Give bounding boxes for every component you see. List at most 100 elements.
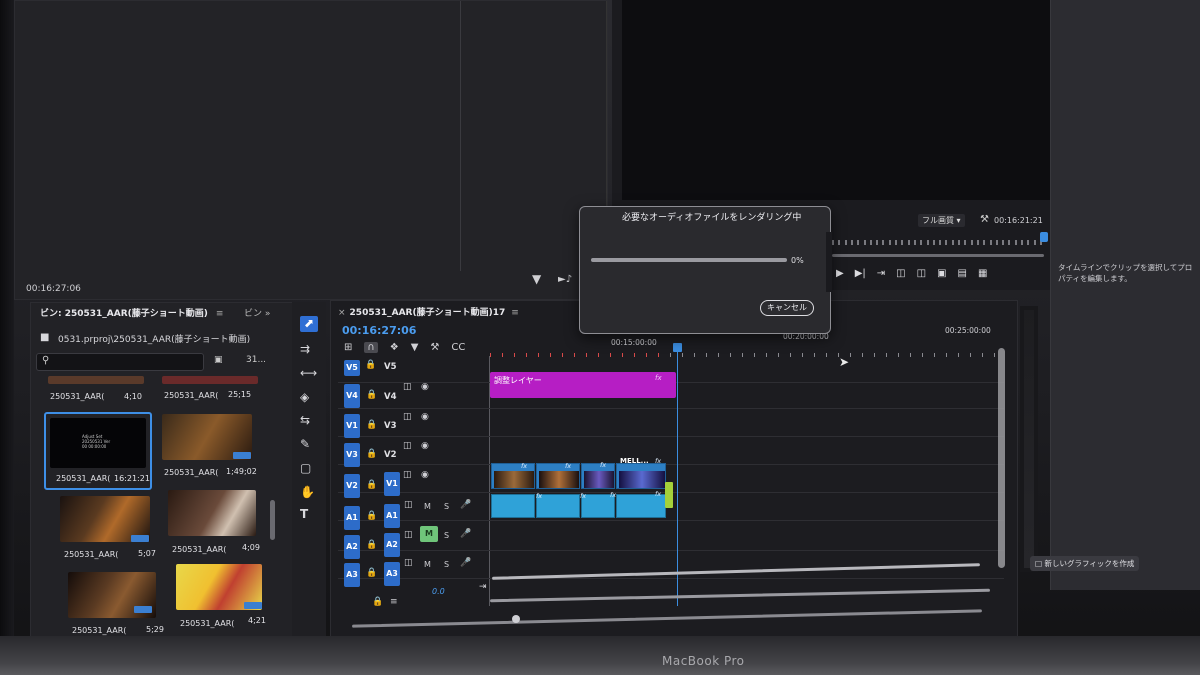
- sync-lock-icon[interactable]: ◫: [403, 441, 412, 451]
- audio-toggle-icon[interactable]: ►♪: [558, 274, 572, 285]
- track-select-tool-icon[interactable]: ⇉: [300, 342, 310, 356]
- new-search-bin-icon[interactable]: ▣: [214, 355, 223, 365]
- program-zoom-bar[interactable]: [832, 254, 1044, 257]
- captions-icon[interactable]: CC: [451, 342, 465, 353]
- clip-thumbnail[interactable]: Adjust Set 20250531 Ver 00 00:00:00: [50, 418, 146, 468]
- ripple-edit-tool-icon[interactable]: ⟷: [300, 366, 317, 380]
- lock-icon[interactable]: 🔒: [366, 511, 377, 521]
- sync-lock-icon[interactable]: ◫: [403, 412, 412, 422]
- audio-clip[interactable]: [491, 494, 535, 518]
- sequence-tab[interactable]: × 250531_AAR(藤子ショート動画)17 ≡: [338, 305, 519, 318]
- source-patch-a1[interactable]: A1: [344, 506, 360, 530]
- panel-menu-icon[interactable]: ≡: [216, 309, 224, 319]
- extract-icon[interactable]: ◫: [917, 268, 926, 279]
- track-label-v5[interactable]: V5: [384, 362, 397, 372]
- track-target-v1[interactable]: V1: [384, 472, 400, 496]
- play-icon[interactable]: ▶: [836, 268, 844, 279]
- nest-icon[interactable]: ⊞: [344, 342, 352, 353]
- lock-icon[interactable]: 🔒: [366, 480, 377, 490]
- sync-lock-icon[interactable]: ◫: [403, 382, 412, 392]
- cancel-button[interactable]: キャンセル: [760, 300, 814, 316]
- lock-icon[interactable]: 🔒: [366, 540, 377, 550]
- close-icon[interactable]: ×: [338, 308, 346, 318]
- new-graphic-button[interactable]: □ 新しいグラフィックを作成: [1030, 556, 1140, 571]
- solo-button[interactable]: S: [444, 560, 449, 569]
- source-patch-a3[interactable]: A3: [344, 563, 360, 587]
- mic-icon[interactable]: 🎤: [460, 558, 471, 568]
- slip-tool-icon[interactable]: ⇆: [300, 413, 310, 427]
- master-volume[interactable]: 0.0: [432, 587, 445, 596]
- playback-resolution-select[interactable]: フル画質 ▾: [918, 214, 965, 227]
- timeline-vertical-scrollbar[interactable]: [998, 348, 1005, 568]
- selection-tool-icon[interactable]: ⬈: [300, 316, 318, 332]
- master-sync-icon[interactable]: ≡: [390, 597, 398, 607]
- export-frame-icon[interactable]: ▣: [937, 268, 946, 279]
- panel-divider[interactable]: [460, 1, 461, 271]
- source-timecode[interactable]: 00:16:27:06: [26, 284, 81, 294]
- playhead[interactable]: [673, 343, 682, 352]
- lock-icon[interactable]: 🔒: [366, 420, 377, 430]
- zoom-scrollbar-handle[interactable]: [512, 615, 520, 623]
- sync-lock-icon[interactable]: ◫: [403, 470, 412, 480]
- audio-clip[interactable]: [536, 494, 580, 518]
- track-label-v3[interactable]: V3: [384, 421, 397, 431]
- snap-magnet-icon[interactable]: ∩: [364, 342, 378, 353]
- lock-icon[interactable]: 🔒: [366, 449, 377, 459]
- lock-icon[interactable]: 🔒: [366, 390, 377, 400]
- mute-button[interactable]: M: [424, 560, 431, 569]
- pen-tool-icon[interactable]: ✎: [300, 437, 310, 451]
- clip-thumbnail[interactable]: [48, 376, 144, 384]
- project-search-input[interactable]: [36, 353, 204, 371]
- lock-icon[interactable]: 🔒: [365, 360, 376, 370]
- source-patch-v2[interactable]: V2: [344, 474, 360, 498]
- razor-tool-icon[interactable]: ◈: [300, 390, 309, 404]
- sync-lock-icon[interactable]: ◫: [404, 500, 413, 510]
- mic-icon[interactable]: 🎤: [460, 529, 471, 539]
- panel-menu-icon[interactable]: ≡: [511, 308, 519, 318]
- type-tool-icon[interactable]: T: [300, 507, 308, 521]
- lock-icon[interactable]: 🔒: [366, 568, 377, 578]
- track-target-a2[interactable]: A2: [384, 533, 400, 557]
- program-monitor-viewer[interactable]: [622, 0, 1062, 200]
- go-to-end-icon[interactable]: ⇥: [479, 582, 487, 592]
- track-label-v4[interactable]: V4: [384, 392, 397, 402]
- mute-button-active[interactable]: M: [420, 526, 438, 542]
- source-patch-v4[interactable]: V4: [344, 384, 360, 408]
- track-target-a1[interactable]: A1: [384, 504, 400, 528]
- track-label-v2[interactable]: V2: [384, 450, 397, 460]
- mic-icon[interactable]: 🎤: [460, 500, 471, 510]
- master-lock-icon[interactable]: 🔒: [372, 597, 383, 607]
- bin-tab-2[interactable]: ビン »: [244, 306, 270, 319]
- go-to-out-icon[interactable]: ⇥: [877, 268, 885, 279]
- add-marker-icon[interactable]: ▼: [411, 342, 419, 353]
- time-ruler[interactable]: [490, 352, 1006, 360]
- sync-lock-icon[interactable]: ◫: [404, 558, 413, 568]
- source-patch-v3[interactable]: V3: [344, 443, 360, 467]
- source-patch-a2[interactable]: A2: [344, 535, 360, 559]
- comparison-icon[interactable]: ▤: [958, 268, 967, 279]
- solo-button[interactable]: S: [444, 502, 449, 511]
- program-scrubber[interactable]: [832, 236, 1046, 246]
- rectangle-tool-icon[interactable]: ▢: [300, 461, 311, 475]
- clip-thumbnail[interactable]: [162, 376, 258, 384]
- eye-icon[interactable]: ◉: [421, 382, 429, 392]
- lift-icon[interactable]: ◫: [896, 268, 905, 279]
- eye-icon[interactable]: ◉: [421, 441, 429, 451]
- track-target-a3[interactable]: A3: [384, 562, 400, 586]
- eye-icon[interactable]: ◉: [421, 412, 429, 422]
- program-playhead[interactable]: [1040, 232, 1048, 242]
- timeline-timecode[interactable]: 00:16:27:06: [342, 324, 416, 337]
- source-patch-v1[interactable]: V1: [344, 414, 360, 438]
- settings-wrench-icon[interactable]: ⚒: [980, 214, 989, 225]
- eye-icon[interactable]: ◉: [421, 470, 429, 480]
- source-monitor-viewer[interactable]: [23, 1, 607, 271]
- vr-icon[interactable]: ▦: [978, 268, 987, 279]
- mute-button[interactable]: M: [424, 502, 431, 511]
- filter-icon[interactable]: ▼: [532, 272, 541, 286]
- timeline-settings-icon[interactable]: ⚒: [430, 342, 439, 353]
- project-bin-tab[interactable]: ビン: 250531_AAR(藤子ショート動画) ≡: [40, 306, 223, 319]
- step-forward-icon[interactable]: ▶|: [855, 268, 866, 279]
- hand-tool-icon[interactable]: ✋: [300, 485, 315, 499]
- source-patch-v5[interactable]: V5: [344, 360, 360, 376]
- linked-selection-icon[interactable]: ❖: [390, 342, 399, 353]
